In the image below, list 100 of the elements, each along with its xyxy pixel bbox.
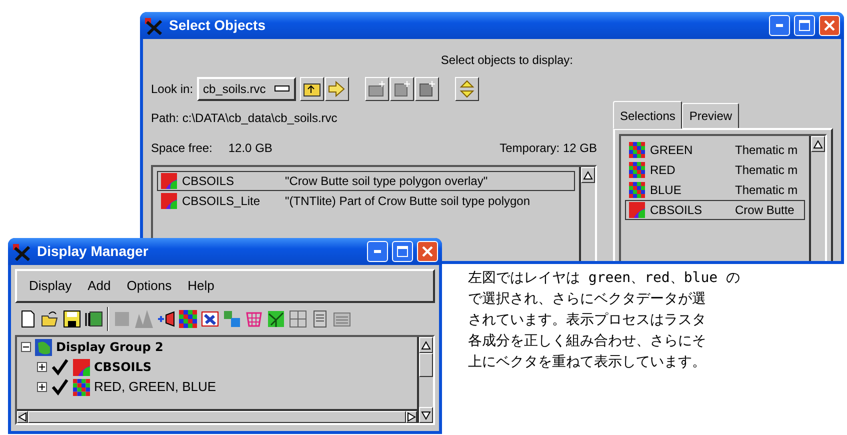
selection-name: RED [650, 162, 676, 179]
scroll-up-button[interactable] [581, 167, 595, 183]
raster-layer-icon [73, 378, 90, 396]
vector-layer-icon [629, 202, 645, 218]
new-object-button[interactable] [390, 77, 414, 101]
close-button[interactable] [417, 241, 438, 262]
selection-row[interactable]: GREEN Thematic m [625, 140, 805, 160]
prompt-label: Select objects to display: [440, 52, 574, 69]
note-text-line: 左図ではレイヤは green、red、blue の [468, 269, 740, 288]
selection-row[interactable]: BLUE Thematic m [625, 180, 805, 200]
minimize-button[interactable] [367, 241, 388, 262]
collapse-button[interactable] [21, 342, 31, 352]
temporary-space-label: Temporary: 12 GB [500, 140, 597, 157]
open-folder-icon [41, 310, 59, 328]
visibility-checkbox[interactable] [51, 378, 69, 396]
expand-button[interactable] [37, 362, 47, 372]
vector-layer-icon [201, 310, 219, 328]
vector-layer-button[interactable] [201, 310, 219, 328]
window-title: Select Objects [169, 16, 266, 35]
object-name: CBSOILS [182, 173, 236, 190]
selection-description: Thematic m [735, 182, 798, 199]
new-file-icon [19, 310, 37, 328]
expand-button[interactable] [37, 382, 47, 392]
visibility-checkbox[interactable] [51, 358, 69, 376]
path-label: Path: c:\DATA\cb_data\cb_soils.rvc [151, 110, 338, 127]
grid-shape-button[interactable] [245, 310, 263, 328]
selection-name: BLUE [650, 182, 682, 199]
minimize-icon [776, 24, 783, 27]
tab[interactable]: Selections [613, 101, 682, 129]
save-icon [63, 310, 81, 328]
menu-item[interactable]: Display [21, 274, 80, 298]
menu-item[interactable]: Help [180, 274, 222, 298]
maximize-icon [397, 246, 408, 257]
maximize-button[interactable] [794, 15, 815, 36]
scroll-down-button[interactable] [419, 407, 433, 423]
object-description: "Crow Butte soil type polygon overlay" [285, 173, 488, 190]
vector-layer-icon [73, 358, 90, 376]
scroll-up-button[interactable] [811, 136, 825, 152]
table-button[interactable] [289, 310, 307, 328]
object-name: CBSOILS_Lite [182, 193, 262, 210]
new-file-button[interactable] [414, 77, 439, 101]
minimize-icon [374, 250, 381, 253]
records-icon [333, 310, 351, 328]
selection-description: Crow Butte [735, 202, 794, 219]
terrain-icon [267, 310, 285, 328]
close-icon [824, 20, 835, 31]
save-button[interactable] [63, 310, 81, 328]
note-text-line: で選択され、さらにベクタデータが選 [468, 290, 707, 309]
scroll-left-button[interactable] [17, 411, 28, 423]
arrow-right-button[interactable] [324, 77, 349, 101]
maximize-icon [799, 20, 810, 31]
minimize-button[interactable] [769, 15, 790, 36]
layer-name[interactable]: RED, GREEN, BLUE [94, 377, 216, 397]
window-title: Display Manager [37, 242, 148, 261]
maximize-button[interactable] [392, 241, 413, 262]
close-button[interactable] [819, 15, 840, 36]
tab[interactable]: Preview [682, 103, 740, 129]
records-button[interactable] [333, 310, 351, 328]
scroll-right-button[interactable] [406, 411, 417, 423]
new-folder-button[interactable] [364, 77, 389, 101]
scrollbar[interactable] [809, 136, 825, 261]
raster-layer-icon [629, 182, 645, 198]
open-folder-button[interactable] [41, 310, 59, 328]
table-icon [289, 310, 307, 328]
vector-layer-icon [161, 173, 177, 189]
object-row[interactable]: CBSOILS_Lite "(TNTlite) Part of Crow Butte soil type polygon [157, 191, 575, 211]
new-file-icon [418, 80, 436, 98]
add-layer-icon [157, 310, 175, 328]
up-down-arrows-icon [458, 80, 476, 98]
add-layer-button[interactable] [157, 310, 175, 328]
arrow-right-icon [328, 80, 346, 98]
grid-shape-icon [245, 310, 263, 328]
app-logo-icon [144, 16, 164, 34]
close-icon [422, 246, 433, 257]
layer-name[interactable]: CBSOILS [94, 358, 152, 376]
map-group-icon [35, 338, 52, 356]
selection-row[interactable]: RED Thematic m [625, 160, 805, 180]
selection-row[interactable]: CBSOILS Crow Butte [625, 200, 805, 220]
grouped-shapes-icon [135, 310, 153, 328]
scroll-up-button[interactable] [419, 337, 433, 353]
layer-name[interactable]: Display Group 2 [56, 338, 164, 356]
raster-layer-icon [629, 162, 645, 178]
scroll-thumb[interactable] [419, 353, 433, 377]
menu-item[interactable]: Add [80, 274, 119, 298]
horizontal-scrollbar[interactable] [17, 409, 417, 423]
new-file-button[interactable] [19, 310, 37, 328]
folder-dropdown[interactable]: cb_soils.rvc [197, 77, 296, 101]
scroll-thumb[interactable] [28, 411, 406, 423]
menu-item[interactable]: Options [118, 274, 180, 298]
terrain-button[interactable] [267, 310, 285, 328]
space-free-value: 12.0 GB [228, 140, 272, 157]
folder-up-button[interactable] [300, 77, 324, 101]
scrollbar[interactable] [579, 167, 595, 261]
scrollbar[interactable] [417, 337, 433, 423]
note-text-line: されています。表示プロセスはラスタ [468, 311, 707, 330]
dropdown-indicator-icon [274, 85, 290, 93]
up-down-arrows-button[interactable] [454, 77, 479, 101]
raster-layer-icon [629, 142, 645, 158]
object-row[interactable]: CBSOILS "Crow Butte soil type polygon overlay" [157, 171, 575, 191]
selection-name: GREEN [650, 142, 694, 159]
